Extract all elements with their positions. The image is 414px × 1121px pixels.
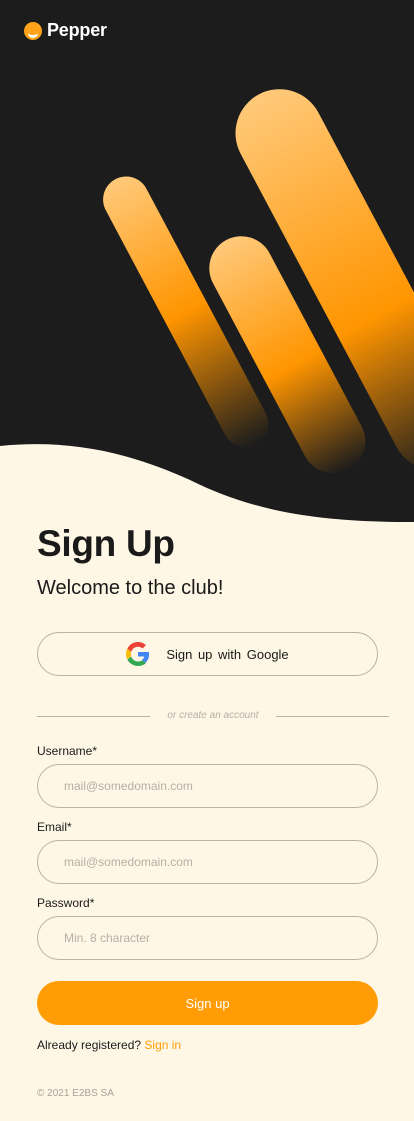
email-label: Email* [37,820,72,834]
divider: or create an account [37,710,389,722]
pepper-logo-icon [24,21,42,40]
divider-line-right [276,716,389,717]
google-signup-button[interactable]: Sign up with Google [37,632,378,676]
username-input[interactable] [37,764,378,808]
page-title: Sign Up [37,523,175,564]
brand[interactable]: Pepper [24,20,107,41]
email-input[interactable] [37,840,378,884]
divider-text: or create an account [167,710,259,721]
already-registered: Already registered? Sign in [37,1038,181,1052]
copyright: © 2021 E2BS SA [37,1088,114,1099]
page-subtitle: Welcome to the club! [37,577,224,599]
hero-illustration [0,0,414,522]
already-registered-text: Already registered? [37,1038,142,1052]
signup-form: Sign Up Welcome to the club! Sign up wit… [37,520,389,1099]
google-signup-label: Sign up with Google [166,646,289,662]
signin-link[interactable]: Sign in [144,1038,181,1052]
signup-page: Pepper Sign Up Welcome to the club! Sign… [0,0,414,1121]
brand-name: Pepper [47,20,107,40]
password-label: Password* [37,896,95,910]
hero-banner: Pepper [0,0,414,530]
signup-submit-button[interactable]: Sign up [37,981,378,1025]
password-input[interactable] [37,916,378,960]
divider-line-left [37,716,150,717]
google-icon [126,642,150,666]
username-label: Username* [37,744,98,758]
